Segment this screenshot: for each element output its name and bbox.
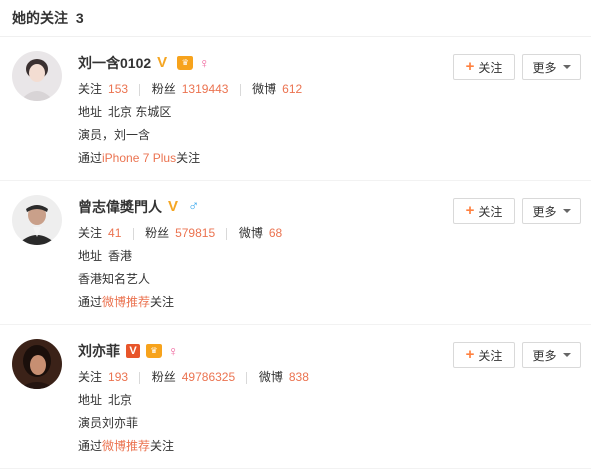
verified-icon: V: [168, 198, 179, 215]
list-item: 刘一含0102 V ♛ ♀ 关注 153 粉丝 1319443 微博 612 地址 北京…: [0, 37, 591, 181]
address-label: 地址: [78, 105, 103, 119]
weibo-label: 微博: [238, 226, 263, 240]
bio: 香港知名艺人: [78, 272, 151, 286]
fans-count-link[interactable]: 1319443: [182, 82, 229, 96]
via-suffix: 关注: [150, 439, 175, 453]
plus-icon: +: [465, 58, 475, 75]
weibo-label: 微博: [252, 82, 277, 96]
follow-button-label: 关注: [478, 60, 503, 75]
via-prefix: 通过: [78, 439, 103, 453]
fans-count-link[interactable]: 579815: [175, 226, 215, 240]
weibo-count-link[interactable]: 68: [269, 226, 282, 240]
follow-button-label: 关注: [478, 204, 503, 219]
address-label: 地址: [78, 249, 103, 263]
more-button[interactable]: 更多: [522, 54, 581, 80]
weibo-count-link[interactable]: 838: [289, 370, 309, 384]
following-count-link[interactable]: 41: [108, 226, 121, 240]
plus-icon: +: [465, 346, 475, 363]
following-label: 关注: [78, 82, 103, 96]
address: 地址 北京 东城区: [78, 102, 571, 122]
weibo-label: 微博: [258, 370, 283, 384]
user-name[interactable]: 刘亦菲: [78, 341, 120, 361]
divider: [239, 83, 241, 96]
bio: 演员，刘一含: [78, 128, 151, 142]
divider: [246, 371, 248, 384]
address: 地址 香港: [78, 246, 571, 266]
vip-crown-icon: ♛: [177, 56, 194, 70]
follow-button[interactable]: + 关注: [453, 54, 515, 80]
fans-label: 粉丝: [151, 370, 176, 384]
follow-source: 通过微博推荐关注: [78, 436, 571, 456]
following-label: 关注: [78, 226, 103, 240]
vip-crown-icon: ♛: [146, 344, 162, 358]
following-count-link[interactable]: 153: [108, 82, 128, 96]
chevron-down-icon: [562, 209, 571, 213]
plus-icon: +: [465, 202, 475, 219]
divider: [139, 83, 141, 96]
via-source-link[interactable]: 微博推荐: [102, 439, 150, 453]
chevron-down-icon: [562, 65, 571, 69]
more-button[interactable]: 更多: [522, 198, 581, 224]
more-button-label: 更多: [532, 204, 557, 219]
page-title: 她的关注 3: [0, 0, 591, 37]
address-label: 地址: [78, 393, 103, 407]
list-item: 刘亦菲 V ♛ ♀ 关注 193 粉丝 49786325 微博 838 地址 北京 演员…: [0, 325, 591, 469]
divider: [226, 227, 228, 240]
male-icon: ♂: [188, 198, 200, 215]
avatar[interactable]: [12, 195, 62, 245]
divider: [132, 227, 134, 240]
address-value: 香港: [108, 249, 133, 263]
follow-source: 通过微博推荐关注: [78, 292, 571, 312]
user-name[interactable]: 刘一含0102: [78, 53, 151, 73]
following-label: 关注: [78, 370, 103, 384]
avatar[interactable]: [12, 339, 62, 389]
fans-label: 粉丝: [151, 82, 176, 96]
following-count: 3: [75, 10, 84, 26]
fans-count-link[interactable]: 49786325: [182, 370, 235, 384]
list-item: 曾志偉獎門人 V ♂ 关注 41 粉丝 579815 微博 68 地址 香港 香港知名艺…: [0, 181, 591, 325]
fans-label: 粉丝: [145, 226, 170, 240]
address-value: 北京: [108, 393, 133, 407]
more-button-label: 更多: [532, 348, 557, 363]
follow-button[interactable]: + 关注: [453, 342, 515, 368]
page-title-text: 她的关注: [12, 10, 68, 26]
follow-button[interactable]: + 关注: [453, 198, 515, 224]
more-button[interactable]: 更多: [522, 342, 581, 368]
weibo-count-link[interactable]: 612: [282, 82, 302, 96]
female-icon: ♀: [199, 55, 210, 71]
via-source-link[interactable]: iPhone 7 Plus: [102, 151, 176, 165]
chevron-down-icon: [562, 353, 571, 357]
address-value: 北京 东城区: [108, 105, 172, 119]
via-prefix: 通过: [78, 151, 103, 165]
via-suffix: 关注: [150, 295, 175, 309]
via-source-link[interactable]: 微博推荐: [102, 295, 150, 309]
user-name[interactable]: 曾志偉獎門人: [78, 197, 162, 217]
bio: 演员刘亦菲: [78, 416, 139, 430]
more-button-label: 更多: [532, 60, 557, 75]
via-prefix: 通过: [78, 295, 103, 309]
verified-icon: V: [157, 54, 168, 71]
follow-button-label: 关注: [478, 348, 503, 363]
follow-source: 通过iPhone 7 Plus关注: [78, 148, 571, 168]
female-icon: ♀: [168, 343, 179, 359]
verified-icon: V: [126, 344, 140, 358]
avatar[interactable]: [12, 51, 62, 101]
following-count-link[interactable]: 193: [108, 370, 128, 384]
divider: [139, 371, 141, 384]
via-suffix: 关注: [176, 151, 201, 165]
address: 地址 北京: [78, 390, 571, 410]
